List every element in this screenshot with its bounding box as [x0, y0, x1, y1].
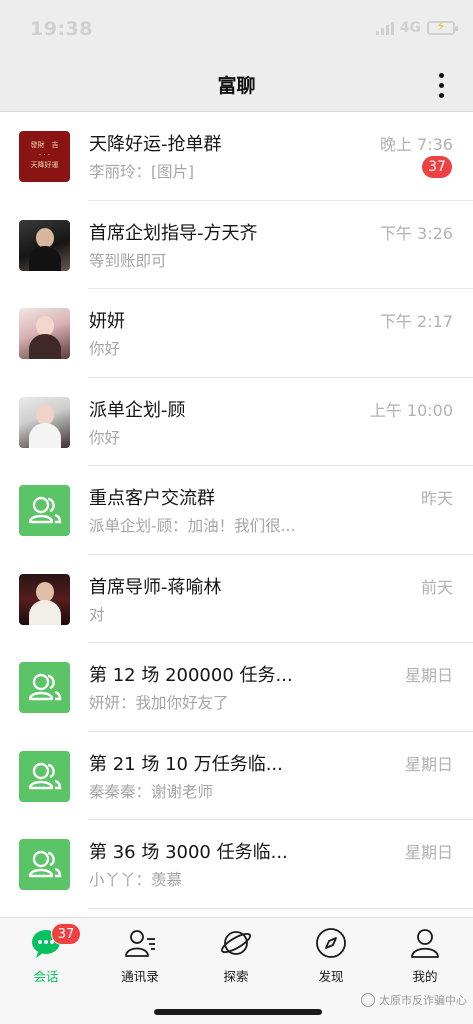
chat-name: 首席导师-蒋喻林 [89, 576, 222, 598]
dot-icon [438, 72, 444, 78]
chat-preview: 你好 [89, 340, 121, 358]
tab-explore[interactable]: 探索 [201, 926, 271, 985]
avatar [19, 573, 70, 625]
chat-list: 發財 吉 · · · 天降好運 天降好运-抢单群 晚上 7:36 李丽玲：[图片]… [0, 112, 473, 909]
chat-time: 昨天 [420, 489, 453, 508]
chat-name: 天降好运-抢单群 [89, 134, 222, 155]
group-people-icon [28, 850, 62, 878]
avatar [19, 308, 70, 359]
watermark-text: 太原市反诈骗中心 [379, 994, 467, 1007]
page-title: 富聊 [217, 75, 256, 97]
avatar [19, 396, 70, 448]
dot-icon [438, 82, 444, 88]
chat-name: 第 21 场 10 万任务临... [89, 753, 283, 775]
chat-preview: 等到账即可 [89, 251, 167, 270]
tab-chats[interactable]: 37 会话 [11, 923, 81, 985]
dot-icon [438, 92, 444, 98]
chat-name: 重点客户交流群 [89, 488, 215, 509]
status-time: 19:38 [30, 18, 93, 40]
group-people-icon [28, 496, 62, 524]
planet-icon [221, 931, 251, 955]
unread-badge: 37 [51, 923, 81, 945]
chat-preview: 妍妍：我加你好友了 [89, 694, 229, 712]
chat-time: 星期日 [404, 843, 453, 862]
chat-name: 妍妍 [89, 311, 125, 332]
watermark: 太原市反诈骗中心 [361, 992, 467, 1008]
group-people-icon [28, 673, 62, 701]
chat-item[interactable]: 首席企划指导-方天齐 下午 3:26 等到账即可 [0, 201, 473, 290]
tab-contacts[interactable]: 通讯录 [105, 926, 175, 985]
chat-preview: 派单企划-顾：加油！我们很... [89, 517, 296, 535]
chat-item[interactable]: 重点客户交流群 昨天 派单企划-顾：加油！我们很... [0, 466, 473, 555]
chat-item[interactable]: 第 12 场 200000 任务... 星期日 妍妍：我加你好友了 [0, 643, 473, 732]
signal-icon [375, 21, 394, 35]
group-avatar [19, 485, 70, 536]
more-options-button[interactable] [429, 68, 453, 102]
chat-item[interactable]: 第 21 场 10 万任务临... 星期日 秦秦秦：谢谢老师 [0, 732, 473, 821]
chat-item[interactable]: 第 36 场 3000 任务临... 星期日 小丫丫：羡慕 [0, 820, 473, 909]
chat-time: 星期日 [404, 666, 453, 685]
group-avatar [19, 750, 70, 802]
watermark-icon [361, 993, 375, 1007]
chat-preview: 秦秦秦：谢谢老师 [89, 782, 214, 801]
avatar [19, 219, 70, 271]
chat-name: 派单企划-顾 [89, 399, 186, 421]
chat-time: 前天 [420, 577, 453, 597]
compass-icon [316, 928, 346, 958]
chat-item[interactable]: 派单企划-顾 上午 10:00 你好 [0, 378, 473, 467]
chat-item[interactable]: 首席导师-蒋喻林 前天 对 [0, 555, 473, 644]
status-indicators: 4G ⚡ [375, 19, 458, 36]
contacts-icon [125, 930, 155, 957]
tab-label: 会话 [33, 969, 59, 984]
group-avatar [19, 839, 70, 890]
home-indicator [154, 1009, 322, 1015]
person-icon [411, 929, 439, 958]
chat-name: 首席企划指导-方天齐 [89, 222, 258, 244]
group-avatar: 發財 吉 · · · 天降好運 [19, 131, 70, 182]
tab-me[interactable]: 我的 [390, 926, 460, 985]
tab-discover[interactable]: 发现 [296, 926, 366, 985]
group-avatar [19, 662, 70, 713]
tab-label: 发现 [318, 969, 344, 984]
chat-time: 下午 3:26 [379, 223, 453, 243]
network-label: 4G [399, 20, 421, 36]
unread-badge: 37 [422, 156, 452, 178]
chat-preview: 你好 [89, 428, 121, 447]
tab-label: 通讯录 [121, 969, 159, 984]
chat-time: 下午 2:17 [379, 312, 453, 331]
chat-name: 第 36 场 3000 任务临... [89, 842, 288, 863]
group-people-icon [28, 762, 62, 789]
status-bar: 19:38 4G ⚡ [0, 0, 473, 58]
chat-time: 星期日 [404, 754, 453, 774]
nav-bar: 富聊 [0, 58, 473, 112]
battery-icon: ⚡ [427, 19, 458, 35]
tab-label: 我的 [412, 969, 438, 984]
chat-time: 上午 10:00 [369, 400, 453, 420]
chat-time: 晚上 7:36 [379, 135, 453, 154]
chat-item[interactable]: 發財 吉 · · · 天降好運 天降好运-抢单群 晚上 7:36 李丽玲：[图片]… [0, 112, 473, 201]
chat-preview: 小丫丫：羡慕 [89, 871, 183, 889]
tab-label: 探索 [223, 969, 249, 984]
chat-preview: 李丽玲：[图片] [89, 163, 195, 181]
chat-name: 第 12 场 200000 任务... [89, 665, 293, 686]
chat-item[interactable]: 妍妍 下午 2:17 你好 [0, 289, 473, 378]
chat-preview: 对 [89, 605, 105, 624]
